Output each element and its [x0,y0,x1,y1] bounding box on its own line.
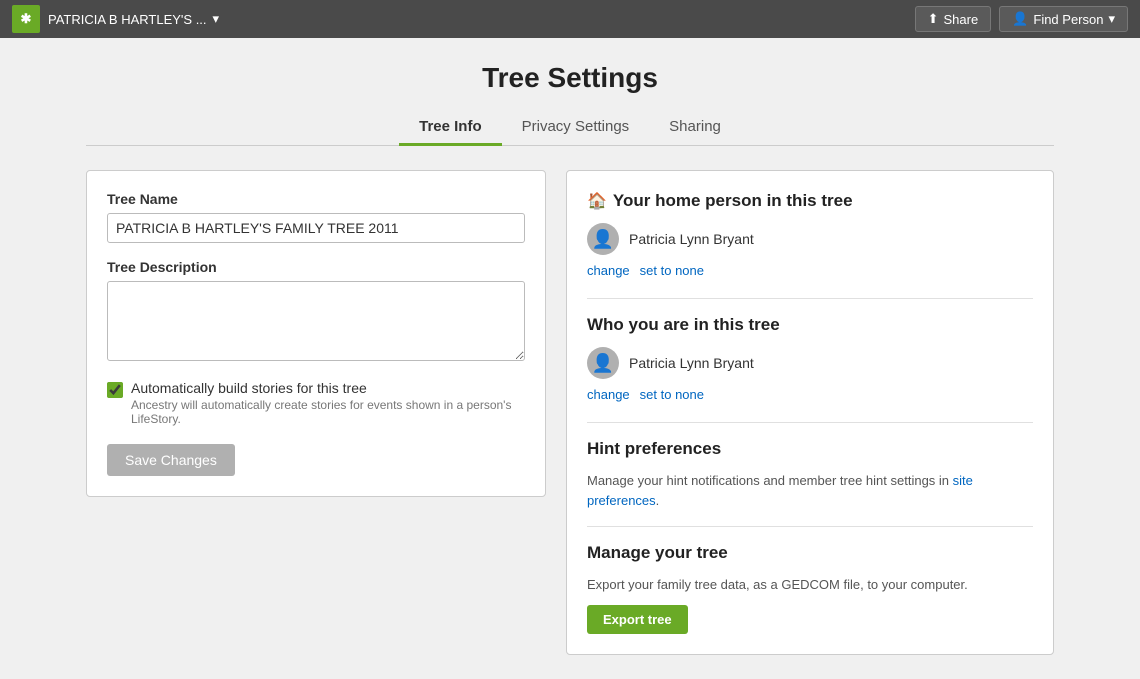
who-you-are-person-name: Patricia Lynn Bryant [629,355,754,371]
auto-stories-sub-label: Ancestry will automatically create stori… [131,398,525,426]
share-button[interactable]: ⬆ Share [915,6,992,32]
hint-preferences-body-end: . [656,493,660,508]
save-changes-button[interactable]: Save Changes [107,444,235,476]
tab-sharing-label: Sharing [669,118,721,135]
find-person-label: Find Person [1033,12,1103,27]
who-you-are-change-link[interactable]: change [587,387,630,402]
who-you-are-avatar: 👤 [587,347,619,379]
home-person-name: Patricia Lynn Bryant [629,231,754,247]
tab-sharing[interactable]: Sharing [649,110,741,146]
divider-1 [587,298,1033,299]
tab-tree-info-label: Tree Info [419,118,482,135]
nav-right: ⬆ Share 👤 Find Person ▾ [915,6,1128,32]
divider-2 [587,422,1033,423]
tab-bar: Tree Info Privacy Settings Sharing [86,110,1054,146]
tab-tree-info[interactable]: Tree Info [399,110,502,146]
save-changes-label: Save Changes [125,452,217,468]
export-tree-button[interactable]: Export tree [587,605,688,634]
find-person-icon: 👤 [1012,11,1028,27]
hint-preferences-title: Hint preferences [587,439,1033,459]
page-title: Tree Settings [86,62,1054,94]
tree-description-label: Tree Description [107,259,525,275]
hint-preferences-body: Manage your hint notifications and membe… [587,471,1033,510]
home-person-avatar: 👤 [587,223,619,255]
home-person-avatar-icon: 👤 [592,229,614,250]
home-person-section-title: 🏠 Your home person in this tree [587,191,1033,211]
find-person-dropdown-icon: ▾ [1108,11,1115,27]
tree-details-panel: 🏠 Your home person in this tree 👤 Patric… [566,170,1054,655]
who-you-are-avatar-icon: 👤 [592,353,614,374]
auto-stories-checkbox[interactable] [107,382,123,398]
auto-stories-main-label: Automatically build stories for this tre… [131,380,525,396]
tree-selector-dropdown-icon: ▾ [213,11,220,27]
who-you-are-set-to-none-label: set to none [640,387,704,402]
auto-stories-row: Automatically build stories for this tre… [107,380,525,426]
auto-stories-label-group: Automatically build stories for this tre… [131,380,525,426]
share-icon: ⬆ [928,11,939,27]
tree-info-form: Tree Name PATRICIA B HARTLEY'S FAMILY TR… [86,170,546,497]
home-person-set-to-none-link[interactable]: set to none [640,263,704,278]
home-person-set-to-none-label: set to none [640,263,704,278]
nav-left: ✱ PATRICIA B HARTLEY'S ... ▾ [12,5,219,33]
page-content: Tree Settings Tree Info Privacy Settings… [70,38,1070,679]
manage-tree-body: Export your family tree data, as a GEDCO… [587,575,1033,595]
who-you-are-section-title: Who you are in this tree [587,315,1033,335]
manage-tree-title: Manage your tree [587,543,1033,563]
who-you-are-change-label: change [587,387,630,402]
tab-privacy-settings[interactable]: Privacy Settings [502,110,650,146]
home-person-actions: change set to none [587,263,1033,278]
tree-name-input[interactable]: PATRICIA B HARTLEY'S FAMILY TREE 2011 [107,213,525,243]
main-layout: Tree Name PATRICIA B HARTLEY'S FAMILY TR… [86,170,1054,655]
top-navigation: ✱ PATRICIA B HARTLEY'S ... ▾ ⬆ Share 👤 F… [0,0,1140,38]
home-person-change-label: change [587,263,630,278]
home-person-row: 👤 Patricia Lynn Bryant [587,223,1033,255]
manage-tree-title-text: Manage your tree [587,543,728,563]
who-you-are-set-to-none-link[interactable]: set to none [640,387,704,402]
home-person-title-text: Your home person in this tree [613,191,853,211]
logo-symbol: ✱ [21,11,32,27]
ancestry-logo: ✱ [12,5,40,33]
tab-privacy-settings-label: Privacy Settings [522,118,630,135]
hint-preferences-body-text: Manage your hint notifications and membe… [587,473,953,488]
find-person-button[interactable]: 👤 Find Person ▾ [999,6,1128,32]
hint-preferences-title-text: Hint preferences [587,439,721,459]
who-you-are-title-text: Who you are in this tree [587,315,780,335]
divider-3 [587,526,1033,527]
who-you-are-person-row: 👤 Patricia Lynn Bryant [587,347,1033,379]
export-tree-label: Export tree [603,612,672,627]
tree-selector-button[interactable]: PATRICIA B HARTLEY'S ... ▾ [48,11,219,27]
home-icon: 🏠 [587,191,607,211]
home-person-change-link[interactable]: change [587,263,630,278]
who-you-are-actions: change set to none [587,387,1033,402]
tree-selector-label: PATRICIA B HARTLEY'S ... [48,12,207,27]
share-label: Share [943,12,978,27]
tree-name-label: Tree Name [107,191,525,207]
tree-description-input[interactable] [107,281,525,361]
